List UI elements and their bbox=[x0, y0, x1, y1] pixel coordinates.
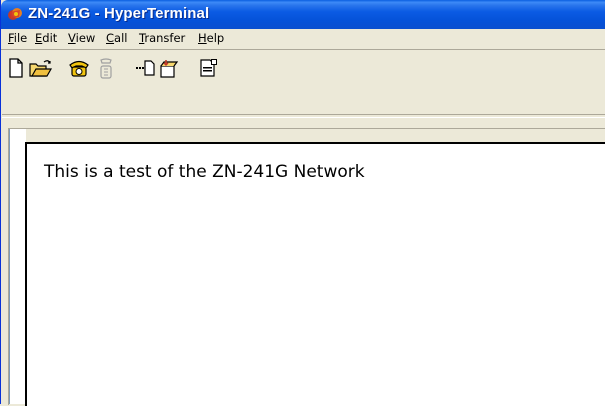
menu-edit[interactable]: Edit bbox=[34, 31, 58, 45]
disconnect-icon bbox=[95, 58, 117, 80]
menu-help[interactable]: Help bbox=[197, 31, 225, 45]
send-icon[interactable] bbox=[134, 58, 156, 80]
toolbar bbox=[2, 50, 605, 118]
terminal-text: This is a test of the ZN-241G Network bbox=[44, 162, 365, 182]
receive-icon[interactable] bbox=[158, 58, 180, 80]
window-title: ZN-241G - HyperTerminal bbox=[28, 5, 210, 22]
menu-call[interactable]: Call bbox=[105, 31, 128, 45]
menu-file[interactable]: File bbox=[7, 31, 28, 45]
terminal-gutter bbox=[9, 129, 26, 404]
open-folder-icon[interactable] bbox=[29, 58, 53, 80]
hyperterminal-window: ZN-241G - HyperTerminal File Edit View C… bbox=[0, 0, 605, 406]
toolbar-divider bbox=[2, 114, 605, 118]
menu-transfer[interactable]: Transfer bbox=[138, 31, 186, 45]
title-bar[interactable]: ZN-241G - HyperTerminal bbox=[1, 0, 605, 29]
menu-bar: File Edit View Call Transfer Help bbox=[2, 29, 605, 50]
menu-view[interactable]: View bbox=[67, 31, 96, 45]
hyperterminal-app-icon[interactable] bbox=[7, 6, 23, 22]
call-icon[interactable] bbox=[68, 58, 90, 80]
properties-icon[interactable] bbox=[198, 58, 220, 80]
new-document-icon[interactable] bbox=[7, 58, 29, 80]
terminal-screen[interactable]: This is a test of the ZN-241G Network bbox=[25, 142, 605, 406]
